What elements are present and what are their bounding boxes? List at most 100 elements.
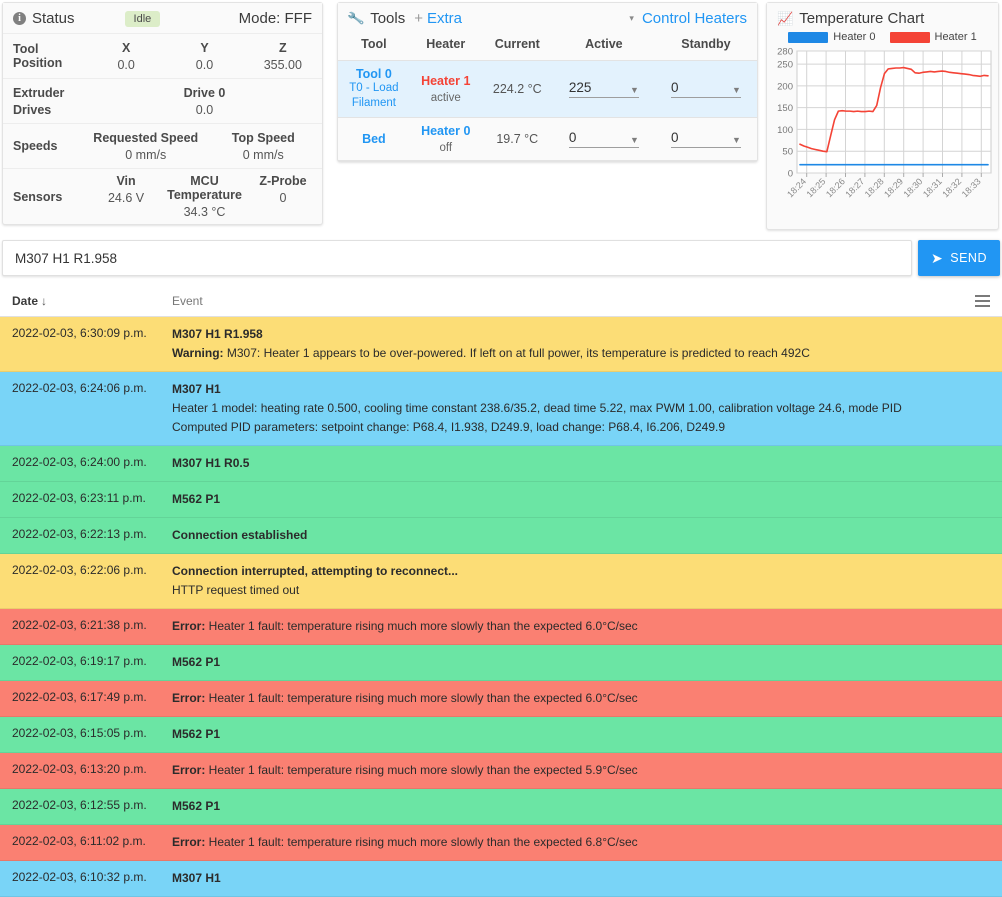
status-cell: Vin 24.6 V [87, 169, 165, 224]
heater-name[interactable]: Heater 1 [410, 74, 482, 88]
wrench-icon: 🔧 [346, 9, 366, 27]
log-row-event: Error: Heater 1 fault: temperature risin… [172, 761, 990, 780]
status-cell: Drive 0 0.0 [87, 81, 322, 122]
log-row-event: Error: Heater 1 fault: temperature risin… [172, 833, 990, 852]
log-header-event[interactable]: Event [172, 294, 203, 308]
extra-link[interactable]: Extra [427, 10, 462, 27]
x-axis-tick: 18:31 [921, 176, 944, 199]
status-panel: i Status Idle Mode: FFF Tool Position X 0.… [2, 2, 323, 225]
log-row-event: M562 P1 [172, 797, 990, 816]
dashboard-top-row: i Status Idle Mode: FFF Tool Position X 0.… [0, 0, 1002, 232]
status-cell-key: Y [200, 40, 209, 55]
log-row[interactable]: 2022-02-03, 6:21:38 p.m. Error: Heater 1 … [0, 609, 1002, 645]
info-circle-icon: i [13, 12, 26, 25]
add-extra-icon[interactable]: + [414, 10, 423, 27]
log-line-prefix: Error: [172, 763, 206, 777]
log-line: Error: Heater 1 fault: temperature risin… [172, 691, 638, 705]
legend-label: Heater 0 [833, 31, 876, 43]
y-axis-tick: 100 [777, 125, 793, 136]
log-row-date: 2022-02-03, 6:30:09 p.m. [12, 326, 147, 340]
active-temperature-select[interactable]: 0 ▼ [568, 130, 639, 148]
tool-name[interactable]: Tool 0 [338, 67, 410, 81]
heater-cell[interactable]: Heater 1 active [410, 61, 482, 118]
status-title-group: i Status [13, 10, 75, 27]
current-temperature: 19.7 °C [496, 132, 539, 146]
log-row[interactable]: 2022-02-03, 6:15:05 p.m. M562 P1 [0, 717, 1002, 753]
log-line: Connection interrupted, attempting to re… [172, 564, 459, 578]
tool-name[interactable]: Bed [338, 132, 410, 146]
tool-subtitle[interactable]: T0 - Load [338, 81, 410, 96]
log-row[interactable]: 2022-02-03, 6:24:06 p.m. M307 H1 Heater 1 … [0, 372, 1002, 446]
log-row[interactable]: 2022-02-03, 6:19:17 p.m. M562 P1 [0, 645, 1002, 681]
legend-item[interactable]: Heater 0 [788, 31, 876, 43]
chart-legend: Heater 0 Heater 1 [767, 31, 998, 43]
log-row[interactable]: 2022-02-03, 6:30:09 p.m. M307 H1 R1.958 Wa… [0, 317, 1002, 372]
tools-panel-header: 🔧 Tools + Extra ▾ Control Heaters [338, 3, 757, 33]
legend-label: Heater 1 [934, 31, 977, 43]
log-row[interactable]: 2022-02-03, 6:23:11 p.m. M562 P1 [0, 482, 1002, 518]
status-cell: Z 355.00 [244, 36, 322, 77]
log-row[interactable]: 2022-02-03, 6:17:49 p.m. Error: Heater 1 … [0, 681, 1002, 717]
log-line: M307 H1 R1.958 [172, 327, 263, 341]
standby-temperature-select[interactable]: 0 ▼ [670, 80, 741, 98]
status-badge: Idle [124, 10, 161, 27]
tools-column-header: Tool [361, 37, 387, 51]
log-row-event: Connection interrupted, attempting to re… [172, 562, 990, 600]
log-row-date: 2022-02-03, 6:24:00 p.m. [12, 455, 147, 469]
heater-name[interactable]: Heater 0 [410, 124, 482, 138]
status-row: Extruder Drives Drive 0 0.0 [3, 78, 322, 123]
y-axis-tick: 200 [777, 81, 793, 92]
status-cells: Requested Speed 0 mm/s Top Speed 0 mm/s [87, 126, 322, 167]
tool-cell[interactable]: Tool 0 T0 - Load Filament [338, 61, 410, 118]
log-row[interactable]: 2022-02-03, 6:11:02 p.m. Error: Heater 1 … [0, 825, 1002, 861]
status-cell-key: Z [279, 40, 287, 55]
status-cell-value: 34.3 °C [183, 205, 226, 219]
heater-state: off [439, 142, 453, 154]
send-button[interactable]: ➤ SEND [918, 240, 1000, 276]
gcode-command-input[interactable] [2, 240, 912, 276]
log-row-event: M562 P1 [172, 725, 990, 744]
standby-temperature-select[interactable]: 0 ▼ [670, 130, 741, 148]
log-row[interactable]: 2022-02-03, 6:10:32 p.m. M307 H1 [0, 861, 1002, 897]
control-heaters-link[interactable]: Control Heaters [642, 10, 747, 27]
tool-subtitle[interactable]: Filament [338, 96, 410, 111]
temperature-chart-svg: 05010015020025028018:2418:2518:2618:2718… [777, 47, 992, 199]
log-row-event: Connection established [172, 526, 990, 545]
tools-column-header: Heater [426, 37, 466, 51]
chart-title-group: 📈 Temperature Chart [777, 10, 924, 27]
log-header-date[interactable]: Date ↓ [12, 294, 172, 308]
control-heaters-group[interactable]: ▾ Control Heaters [629, 10, 747, 27]
log-row[interactable]: 2022-02-03, 6:22:13 p.m. Connection estab… [0, 518, 1002, 554]
command-bar: ➤ SEND [0, 232, 1002, 286]
y-axis-tick: 150 [777, 103, 793, 114]
log-line: M307 H1 [172, 871, 221, 885]
x-axis-tick: 18:28 [863, 176, 886, 199]
log-row-date: 2022-02-03, 6:22:06 p.m. [12, 563, 147, 577]
tool-cell[interactable]: Bed [338, 118, 410, 161]
status-cell-key: Top Speed [231, 130, 295, 145]
status-cells: X 0.0 Y 0.0 Z 355.00 [87, 36, 322, 77]
x-axis-tick: 18:24 [785, 176, 808, 199]
log-row[interactable]: 2022-02-03, 6:13:20 p.m. Error: Heater 1 … [0, 753, 1002, 789]
log-row-date: 2022-02-03, 6:13:20 p.m. [12, 762, 147, 776]
log-row[interactable]: 2022-02-03, 6:24:00 p.m. M307 H1 R0.5 [0, 446, 1002, 482]
line-chart-icon: 📈 [777, 10, 794, 26]
status-cell: Top Speed 0 mm/s [205, 126, 323, 167]
legend-item[interactable]: Heater 1 [889, 31, 977, 43]
active-temperature-select[interactable]: 225 ▼ [568, 80, 639, 98]
log-row[interactable]: 2022-02-03, 6:12:55 p.m. M562 P1 [0, 789, 1002, 825]
active-temperature-value: 0 [568, 130, 577, 145]
status-row: Tool Position X 0.0 Y 0.0 Z 355.00 [3, 33, 322, 78]
heater-cell[interactable]: Heater 0 off [410, 118, 482, 161]
status-cell-value: 0 [279, 191, 287, 205]
log-row-date: 2022-02-03, 6:11:02 p.m. [12, 834, 146, 848]
log-row[interactable]: 2022-02-03, 6:22:06 p.m. Connection inter… [0, 554, 1002, 609]
chart-title: Temperature Chart [799, 10, 925, 27]
status-title: Status [32, 10, 75, 27]
log-line: Warning: M307: Heater 1 appears to be ov… [172, 346, 810, 360]
tools-table-header-row: Tool Heater Current Active Standby [338, 33, 757, 61]
log-line-prefix: Warning: [172, 346, 224, 360]
temperature-chart-panel: 📈 Temperature Chart Heater 0 Heater 1 0 50… [766, 2, 999, 230]
hamburger-menu-icon[interactable] [975, 295, 990, 307]
active-temperature-value: 225 [568, 80, 592, 95]
